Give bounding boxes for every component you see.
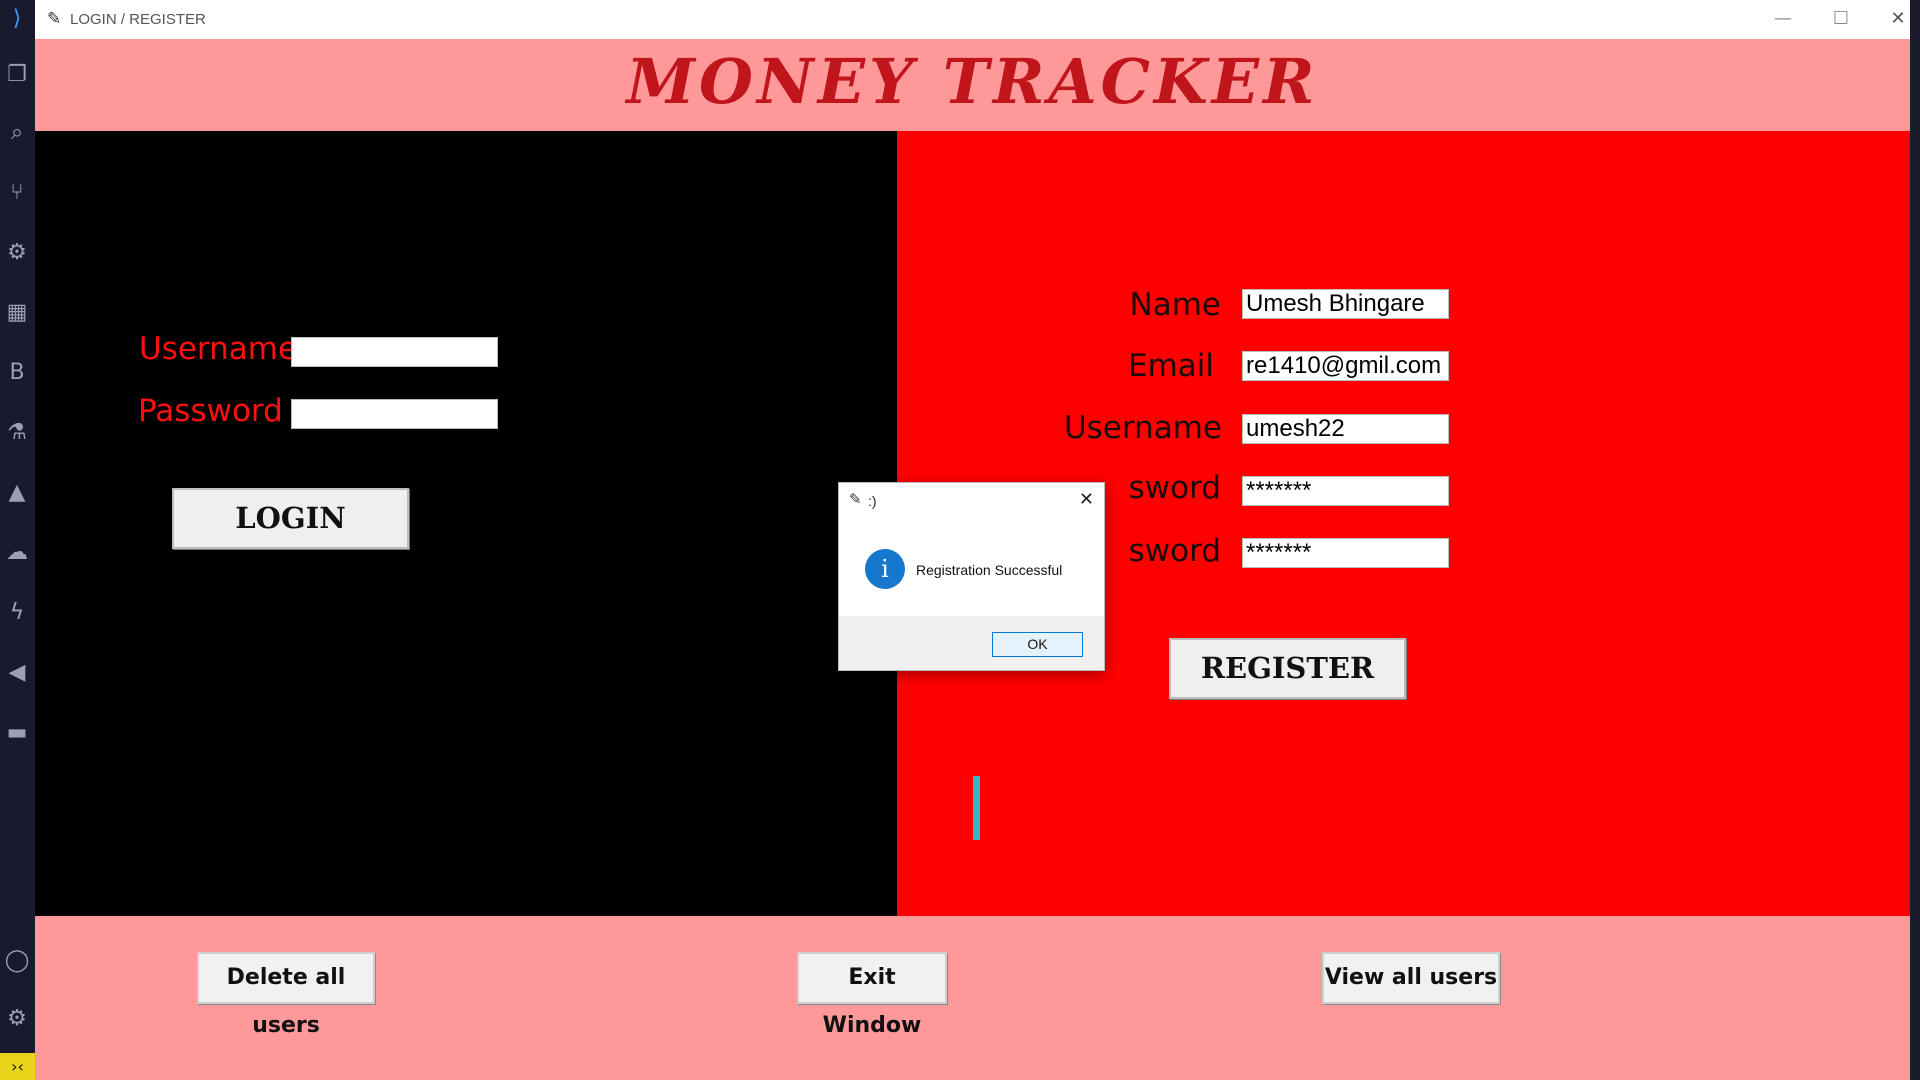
- testing-icon[interactable]: ⚗: [4, 420, 30, 446]
- register-name-input[interactable]: Umesh Bhingare: [1242, 289, 1449, 319]
- settings-gear-icon[interactable]: ⚙: [4, 1006, 30, 1032]
- info-icon: i: [865, 549, 905, 589]
- delete-all-users-button[interactable]: Delete all users: [197, 952, 375, 1038]
- account-icon[interactable]: ◯: [4, 948, 30, 974]
- registration-dialog: ✎ :) ✕ i Registration Successful OK: [838, 482, 1105, 671]
- vscode-logo-icon: ⟩: [12, 6, 22, 31]
- close-button[interactable]: ✕: [1878, 7, 1918, 31]
- back-icon[interactable]: ◀: [4, 660, 30, 686]
- register-email-label: Email: [1127, 348, 1214, 384]
- b-icon[interactable]: B: [4, 360, 30, 386]
- login-username-label: Username: [139, 331, 298, 367]
- lightning-icon[interactable]: ϟ: [4, 600, 30, 626]
- search-icon[interactable]: ⌕: [4, 120, 30, 146]
- app-header: MONEY TRACKER: [35, 39, 1910, 131]
- register-button[interactable]: REGISTER: [1169, 638, 1406, 699]
- extensions-icon[interactable]: ▦: [4, 300, 30, 326]
- login-username-input[interactable]: [291, 337, 498, 367]
- register-email-input[interactable]: re1410@gmil.com: [1242, 351, 1449, 381]
- dialog-title: :): [868, 493, 877, 509]
- register-password-input[interactable]: *******: [1242, 476, 1449, 506]
- dialog-close-button[interactable]: ✕: [1079, 489, 1094, 510]
- feather-icon: ✎: [849, 490, 862, 508]
- minimize-button[interactable]: —: [1763, 7, 1803, 31]
- login-password-label: Password: [138, 393, 283, 429]
- register-name-label: Name: [1129, 287, 1221, 323]
- azure-icon[interactable]: ▲: [4, 480, 30, 506]
- app-title: MONEY TRACKER: [626, 45, 1319, 118]
- login-panel: Username Password LOGIN: [35, 131, 897, 916]
- exit-window-button[interactable]: Exit Window: [797, 952, 947, 1038]
- debug-icon[interactable]: ⚙: [4, 240, 30, 266]
- explorer-icon[interactable]: ❐: [4, 62, 30, 88]
- source-control-icon[interactable]: ⑂: [4, 180, 30, 206]
- dialog-ok-button[interactable]: OK: [992, 632, 1083, 657]
- register-confirm-password-input[interactable]: *******: [1242, 538, 1449, 568]
- register-username-input[interactable]: umesh22: [1242, 414, 1449, 444]
- window-titlebar: ✎ LOGIN / REGISTER — ☐ ✕: [35, 0, 1910, 39]
- dialog-message: Registration Successful: [916, 562, 1063, 578]
- view-all-users-button[interactable]: View all users: [1322, 952, 1500, 1004]
- text-cursor: [973, 776, 980, 840]
- window-title: LOGIN / REGISTER: [70, 11, 206, 28]
- docker-icon[interactable]: ▬: [4, 720, 30, 746]
- feather-icon: ✎: [47, 9, 62, 29]
- remote-status-icon[interactable]: ›‹: [0, 1053, 35, 1080]
- maximize-button[interactable]: ☐: [1821, 7, 1861, 31]
- login-password-input[interactable]: [291, 399, 498, 429]
- register-username-label: Username: [1063, 410, 1222, 446]
- vscode-activity-bar: ⟩ ❐ ⌕ ⑂ ⚙ ▦ B ⚗ ▲ ☁ ϟ ◀ ▬ ◯ ⚙ ›‹: [0, 0, 35, 1080]
- remote-icon[interactable]: ☁: [4, 540, 30, 566]
- login-button[interactable]: LOGIN: [172, 488, 409, 549]
